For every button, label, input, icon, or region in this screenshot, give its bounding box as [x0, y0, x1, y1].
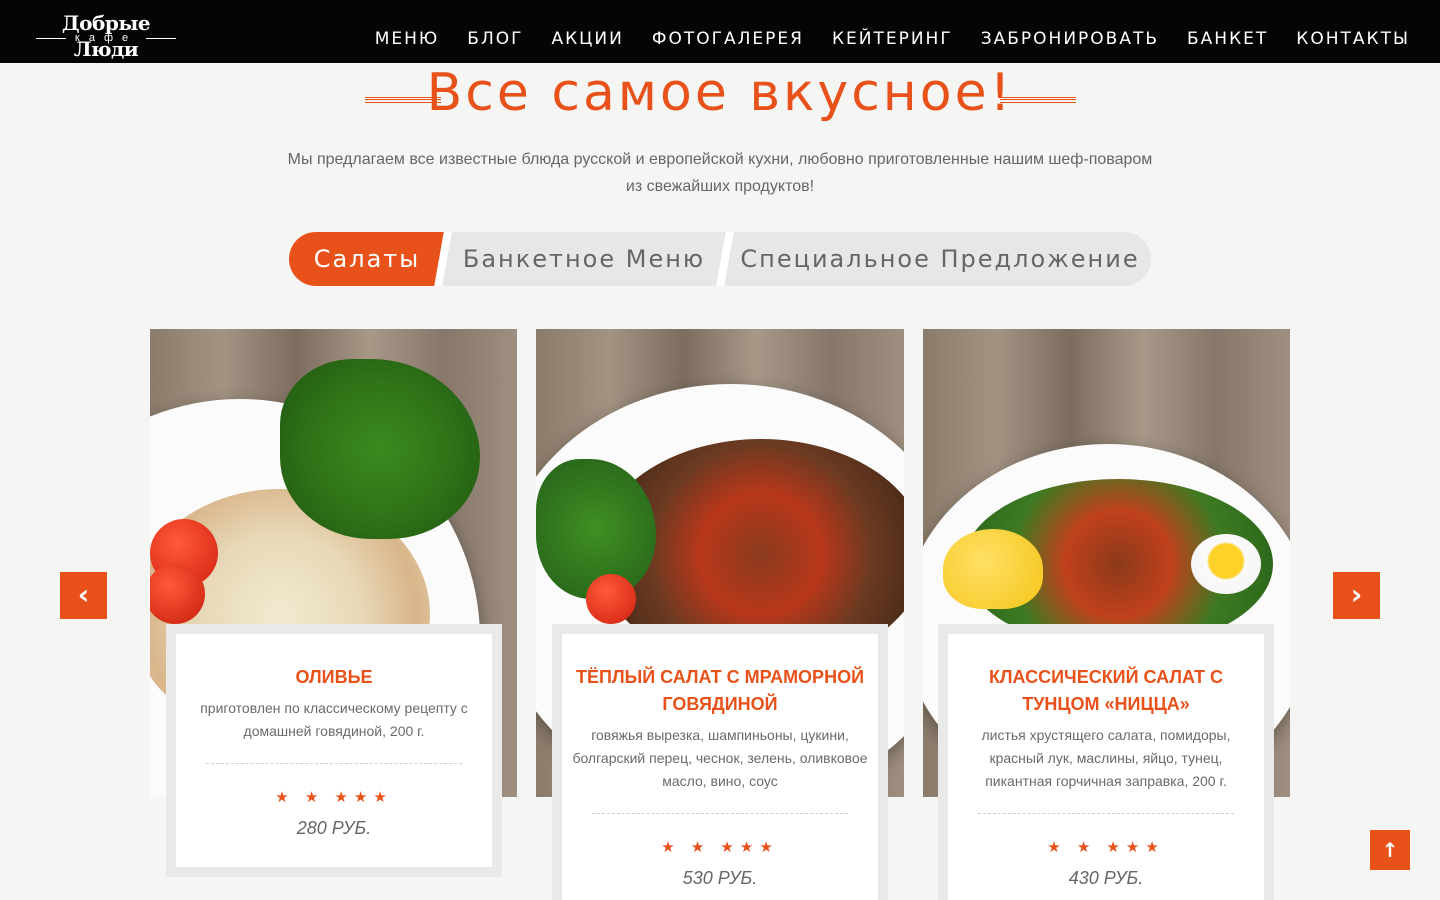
nav-item-gallery[interactable]: ФОТОГАЛЕРЕЯ — [652, 28, 804, 50]
nav-item-booking[interactable]: ЗАБРОНИРОВАТЬ — [981, 28, 1159, 50]
nav-item-promotions[interactable]: АКЦИИ — [551, 28, 623, 50]
dish-price: 530 РУБ. — [682, 868, 758, 888]
dish-description: говяжья вырезка, шампиньоны, цукини, бол… — [572, 727, 868, 789]
nav-item-catering[interactable]: КЕЙТЕРИНГ — [832, 28, 953, 50]
tab-banquet-menu[interactable]: Банкетное Меню — [449, 232, 719, 286]
parsley — [280, 359, 480, 539]
nav-item-blog[interactable]: БЛОГ — [467, 28, 523, 50]
egg — [1191, 534, 1261, 594]
tab-special-offer[interactable]: Специальное Предложение — [729, 232, 1151, 286]
dish-card: Оливье приготовлен по классическому реце… — [166, 624, 502, 877]
dish-name[interactable]: Тёплый салат с мраморной говядиной — [572, 664, 868, 718]
menu-tabs: Салаты Банкетное Меню Специальное Предло… — [289, 232, 1151, 286]
dish-name[interactable]: Оливье — [186, 664, 482, 691]
dish-description: листья хрустящего салата, помидоры, крас… — [981, 727, 1231, 789]
nav-item-banquet[interactable]: БАНКЕТ — [1187, 28, 1268, 50]
title-ornament-right — [1000, 97, 1076, 103]
section-subtitle: Мы предлагаем все известные блюда русско… — [270, 146, 1170, 200]
site-header: Добрые Люди кафе МЕНЮ БЛОГ АКЦИИ ФОТОГАЛ… — [0, 0, 1440, 63]
carousel-next-button[interactable]: › — [1333, 572, 1380, 619]
main-nav: МЕНЮ БЛОГ АКЦИИ ФОТОГАЛЕРЕЯ КЕЙТЕРИНГ ЗА… — [347, 28, 1410, 50]
section-header: Все самое вкусное! — [0, 60, 1440, 130]
dish-description: приготовлен по классическому рецепту с д… — [200, 700, 468, 739]
divider — [206, 763, 462, 764]
dish-card: Классический салат с тунцом «Ницца» лист… — [938, 624, 1274, 900]
section-title: Все самое вкусное! — [426, 63, 1014, 123]
dish-card: Тёплый салат с мраморной говядиной говяж… — [552, 624, 888, 900]
logo-divider — [146, 38, 176, 39]
lemon — [943, 529, 1043, 609]
carousel-prev-button[interactable]: ‹ — [60, 572, 107, 619]
subtitle-line: Мы предлагаем все известные блюда русско… — [287, 151, 1153, 168]
dish-price: 430 РУБ. — [1068, 868, 1144, 888]
scroll-to-top-button[interactable]: ↑ — [1370, 830, 1410, 870]
dish-name[interactable]: Классический салат с тунцом «Ницца» — [958, 664, 1254, 718]
logo[interactable]: Добрые Люди кафе — [30, 10, 182, 61]
divider — [978, 813, 1234, 814]
tomato — [586, 574, 636, 624]
rating-stars: ★ ★ ★★★ — [1047, 839, 1165, 856]
tab-salads[interactable]: Салаты — [289, 232, 445, 286]
rating-stars: ★ ★ ★★★ — [275, 789, 393, 806]
divider — [592, 813, 848, 814]
nav-item-menu[interactable]: МЕНЮ — [375, 28, 440, 50]
dish-price: 280 РУБ. — [296, 818, 372, 838]
nav-item-contacts[interactable]: КОНТАКТЫ — [1296, 28, 1410, 50]
subtitle-line: из свежайших продуктов! — [625, 178, 815, 195]
rating-stars: ★ ★ ★★★ — [661, 839, 779, 856]
